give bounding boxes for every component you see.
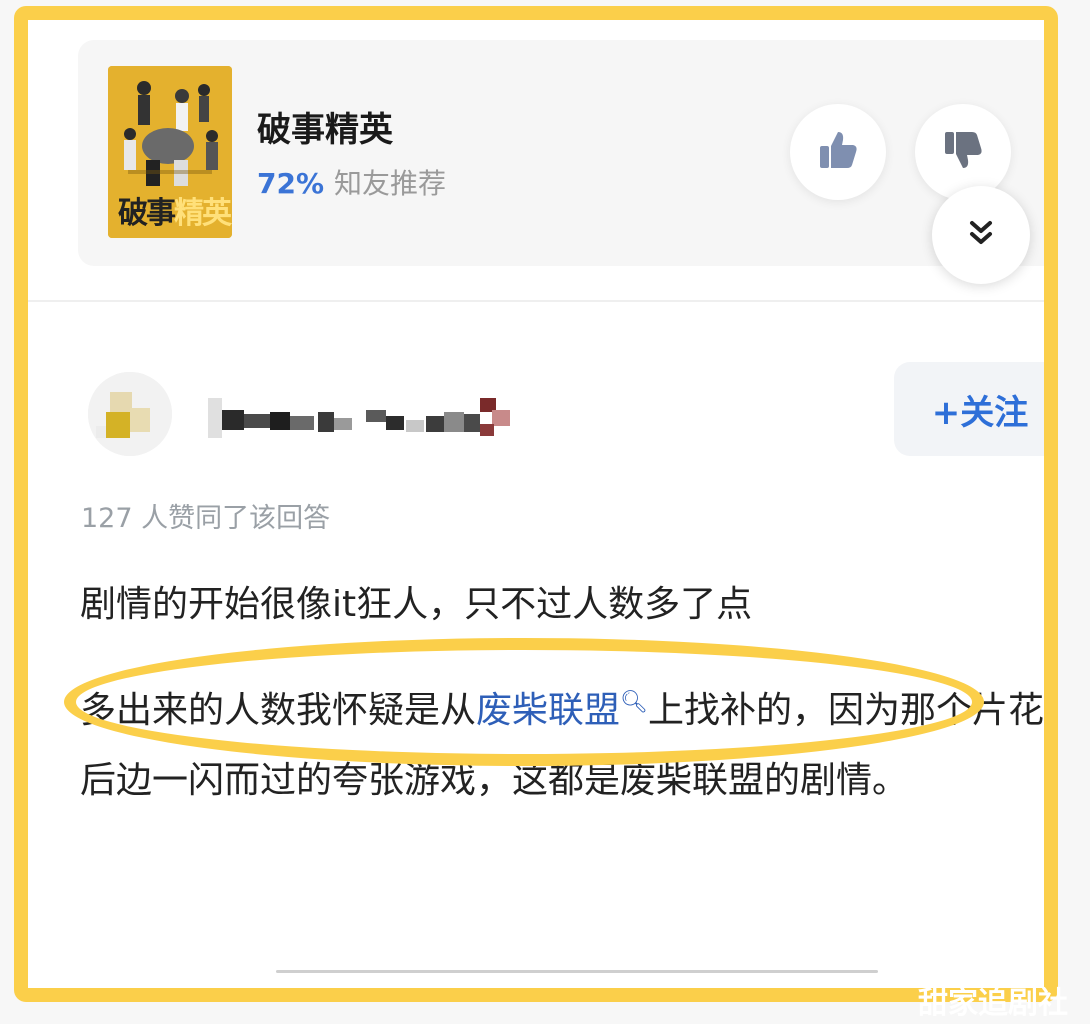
watermark: 甜家追剧社	[918, 986, 1068, 1021]
expand-button[interactable]	[932, 186, 1030, 284]
author-name[interactable]	[206, 390, 536, 440]
thumbs-up-icon	[816, 128, 860, 176]
rating-label: 知友推荐	[334, 167, 447, 200]
rating-percent: 72%	[257, 167, 325, 200]
topic-link[interactable]: 废柴联盟	[476, 690, 620, 731]
section-divider	[28, 300, 1044, 302]
answer-body: 剧情的开始很像it狂人，只不过人数多了点 多出来的人数我怀疑是从废柴联盟🔍︎上找…	[80, 570, 1044, 816]
show-poster[interactable]: 破事精英	[108, 66, 232, 238]
screenshot-frame: 破事精英 破事精英 72% 知友推荐 +关注 127 人赞同了该回答 剧情的开始…	[14, 6, 1058, 1002]
search-icon[interactable]: 🔍︎	[620, 668, 648, 738]
thumbs-down-icon	[941, 128, 985, 176]
rating: 72% 知友推荐	[257, 162, 446, 202]
author-avatar[interactable]	[88, 372, 172, 456]
answer-paragraph-2: 多出来的人数我怀疑是从废柴联盟🔍︎上找补的，因为那个片花后边一闪而过的夸张游戏，…	[80, 668, 1044, 816]
dislike-button[interactable]	[915, 104, 1011, 200]
like-button[interactable]	[790, 104, 886, 200]
show-title[interactable]: 破事精英	[257, 102, 393, 151]
answer-likes-count: 127 人赞同了该回答	[81, 503, 331, 534]
home-indicator	[276, 970, 878, 973]
answer-text-before-link: 多出来的人数我怀疑是从	[80, 690, 477, 731]
poster-title: 破事精英	[118, 196, 232, 231]
double-chevron-down-icon	[966, 218, 996, 252]
answer-paragraph-1: 剧情的开始很像it狂人，只不过人数多了点	[80, 584, 753, 625]
follow-button[interactable]: +关注	[894, 362, 1044, 456]
